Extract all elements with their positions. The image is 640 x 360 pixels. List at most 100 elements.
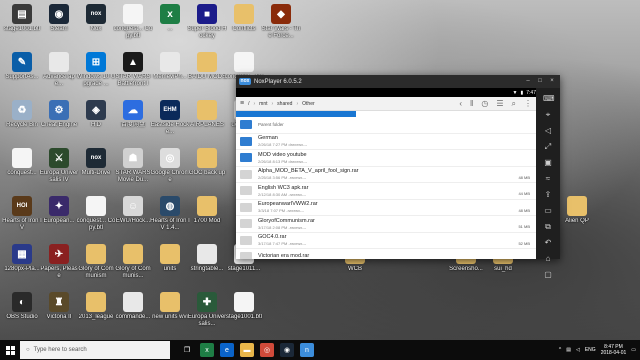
language-indicator[interactable]: ENG xyxy=(585,347,596,353)
filter-icon[interactable]: ☰ xyxy=(496,99,503,109)
desktop-icon[interactable]: ♻ Recycle Bin xyxy=(2,100,42,129)
desktop-icon[interactable]: ◐ OBS Studio xyxy=(2,292,42,321)
taskbar-edge-icon[interactable]: e xyxy=(220,343,234,357)
desktop-icon[interactable]: Glory of Communis... xyxy=(113,244,153,280)
desktop-icon[interactable]: EHM Eastside Hocke... xyxy=(150,100,190,136)
desktop-icon[interactable]: ◍ Hearts of Iron IV 1.4... xyxy=(150,196,190,232)
start-button[interactable] xyxy=(0,340,20,360)
file-row[interactable]: GloryofCommunism.rar 3/17/18 2:08 PM -rwx… xyxy=(236,216,536,233)
android-screen[interactable]: ≡ / › mnt › shared › Other ‹ ‖ ◷ ☰ ⌕ ⋮ P… xyxy=(236,97,536,259)
location-icon[interactable]: ⌖ xyxy=(543,110,553,120)
taskbar-chrome-icon[interactable]: ◎ xyxy=(260,343,274,357)
desktop-icon[interactable]: ✎ SupportAs... xyxy=(2,52,42,81)
desktop-icon[interactable]: units xyxy=(150,244,190,273)
desktop-icon[interactable]: stringtable... xyxy=(187,244,227,273)
keyboard-icon[interactable]: ⌨ xyxy=(543,94,555,104)
desktop-icon[interactable]: commande... xyxy=(113,292,153,321)
taskbar-nox-icon[interactable]: n xyxy=(300,343,314,357)
parent-folder-row[interactable]: Parent folder xyxy=(236,117,536,134)
clock[interactable]: 8:47 PM 2018-04-01 xyxy=(601,344,627,356)
volume-icon[interactable]: ◁ xyxy=(576,347,580,353)
back-arrow-icon[interactable]: ‹ xyxy=(459,99,462,109)
desktop-icon[interactable]: BAIDU MODS xyxy=(187,52,227,81)
desktop-icon[interactable]: nox Nox xyxy=(76,4,116,33)
desktop-icon[interactable]: ☗ STAR WARS Movie Du... xyxy=(113,148,153,184)
breadcrumb-shared[interactable]: shared xyxy=(277,101,292,107)
desktop-icon[interactable]: ⚙ Cheat Engine xyxy=(39,100,79,129)
desktop-icon-image: ✦ xyxy=(49,196,69,216)
file-row[interactable]: EuropeanwarIVWW2.rar 3/3/18 7:07 PM -rwxr… xyxy=(236,200,536,216)
hamburger-menu-icon[interactable]: ≡ xyxy=(240,100,244,107)
desktop-icon[interactable]: Glory of Communism xyxy=(76,244,116,280)
desktop-icon[interactable]: Alien QP xyxy=(557,196,597,225)
desktop-icon[interactable]: conquest... xyxy=(2,148,42,177)
breadcrumb-root[interactable]: / xyxy=(248,101,249,107)
maximize-button[interactable]: □ xyxy=(536,77,544,85)
search-icon[interactable]: ⌕ xyxy=(512,99,516,109)
fullscreen-icon[interactable]: ⤢ xyxy=(543,142,553,152)
desktop-icon[interactable]: ◈ HiD xyxy=(76,100,116,129)
file-row[interactable]: GOC4.0.rar 3/17/18 7:47 PM -rwxrwx--- 52 M… xyxy=(236,233,536,249)
desktop-icon[interactable]: x... xyxy=(150,4,190,33)
desktop-icon[interactable]: stage1001.btl xyxy=(224,292,264,321)
desktop-icon[interactable]: ▦ 1280px-Pla... xyxy=(2,244,42,273)
desktop-icon[interactable]: ♜ Victoria II xyxy=(39,292,79,321)
desktop-icon[interactable]: AIRPLANES xyxy=(187,100,227,129)
desktop-icon[interactable]: ▤ stage1001.btl xyxy=(2,4,42,33)
taskbar-task-view-icon[interactable]: ❐ xyxy=(180,343,194,357)
taskbar-steam-icon[interactable]: ◉ xyxy=(280,343,294,357)
desktop-icon[interactable]: ⚔ Europa Universalis IV xyxy=(39,148,79,184)
desktop-icon[interactable]: ▲ STAR WARS Battlefront I xyxy=(113,52,153,88)
nox-title-bar[interactable]: nox NoxPlayer 6.0.5.2 – □ × xyxy=(236,75,560,88)
apk-icon[interactable]: ⇪ xyxy=(543,190,553,200)
taskbar-excel-icon[interactable]: x xyxy=(200,343,214,357)
more-icon[interactable]: ⋮ xyxy=(524,99,532,109)
folder-icon[interactable]: ▭ xyxy=(543,206,553,216)
folder-row[interactable]: MOD video youtube 2/26/18 8:13 PM drwxrwx… xyxy=(236,150,536,167)
screenshot-icon[interactable]: ▣ xyxy=(543,158,553,168)
desktop-icon[interactable]: MemeviPh... xyxy=(150,52,190,81)
shake-icon[interactable]: ≈ xyxy=(543,174,553,184)
desktop-icon[interactable]: Conflicts xyxy=(224,4,264,33)
desktop-icon[interactable]: ✦ European... xyxy=(39,196,79,225)
desktop-icon[interactable]: ✚ Europa Universalis... xyxy=(187,292,227,328)
folder-row[interactable]: German 2/26/18 7:27 PM drwxrwx--- xyxy=(236,134,536,150)
multi-icon[interactable]: ⧉ xyxy=(543,222,553,232)
desktop-icon[interactable]: new units wvi xyxy=(150,292,190,321)
breadcrumb-mnt[interactable]: mnt xyxy=(259,101,267,107)
desktop-icon[interactable]: ☺ EWU/Hock... xyxy=(113,196,153,225)
notifications-icon[interactable]: ▭ xyxy=(631,347,636,353)
desktop-icon[interactable]: HOI Hearts of Iron IV xyxy=(2,196,42,232)
taskbar-file-explorer-icon[interactable]: ▬ xyxy=(240,343,254,357)
back-icon[interactable]: ↶ xyxy=(543,238,553,248)
breadcrumb-other[interactable]: Other xyxy=(302,101,315,107)
desktop-icon[interactable]: 1700 Mod xyxy=(187,196,227,225)
file-row[interactable]: English WC3 apk.rar 2/12/18 8:30 AM -rwxr… xyxy=(236,183,536,200)
desktop-icon[interactable]: ⊞ Windows 10 Upgrade ... xyxy=(76,52,116,88)
desktop-icon[interactable]: conquest... Copy.btl xyxy=(76,196,116,232)
desktop-icon[interactable]: nox Multi-Drive xyxy=(76,148,116,177)
desktop-icon[interactable]: ◎ Google Chrome xyxy=(150,148,190,184)
volume-icon[interactable]: ◁ xyxy=(543,126,553,136)
desktop-icon[interactable]: GOC back up xyxy=(187,148,227,177)
noxplayer-window[interactable]: nox NoxPlayer 6.0.5.2 – □ × ▼ ▮ 7:47 ≡ /… xyxy=(236,75,560,279)
desktop-icon[interactable]: ■ Super Blood Hockey xyxy=(187,4,227,40)
tray-chevron-icon[interactable]: ^ xyxy=(559,347,561,353)
desktop-icon[interactable]: conquest... Copy.btl xyxy=(113,4,153,40)
recent-icon[interactable]: ▢ xyxy=(543,270,553,280)
desktop-icon[interactable]: ☁ 百度网盘 xyxy=(113,100,153,129)
minimize-button[interactable]: – xyxy=(524,77,532,85)
file-row[interactable]: Victorian era mod.rar xyxy=(236,249,536,259)
network-icon[interactable]: ▤ xyxy=(566,347,571,353)
close-button[interactable]: × xyxy=(548,77,556,85)
home-icon[interactable]: ⌂ xyxy=(543,254,553,264)
desktop-icon[interactable]: Advance ape... xyxy=(39,52,79,88)
desktop-icon[interactable]: ◆ Star Wars - The Force... xyxy=(261,4,301,40)
desktop-icon[interactable]: ✈ Papers, Please xyxy=(39,244,79,280)
history-icon[interactable]: ◷ xyxy=(481,99,488,109)
desktop-icon[interactable]: ◉ Steam xyxy=(39,4,79,33)
desktop-icon[interactable]: 2013_league xyxy=(76,292,116,321)
pause-icon[interactable]: ‖ xyxy=(470,99,473,109)
taskbar-search-box[interactable]: ○ Type here to search xyxy=(20,341,170,359)
file-row[interactable]: Alpha_MOD_BETA_V_april_fool_sign.rar 2/25… xyxy=(236,167,536,183)
